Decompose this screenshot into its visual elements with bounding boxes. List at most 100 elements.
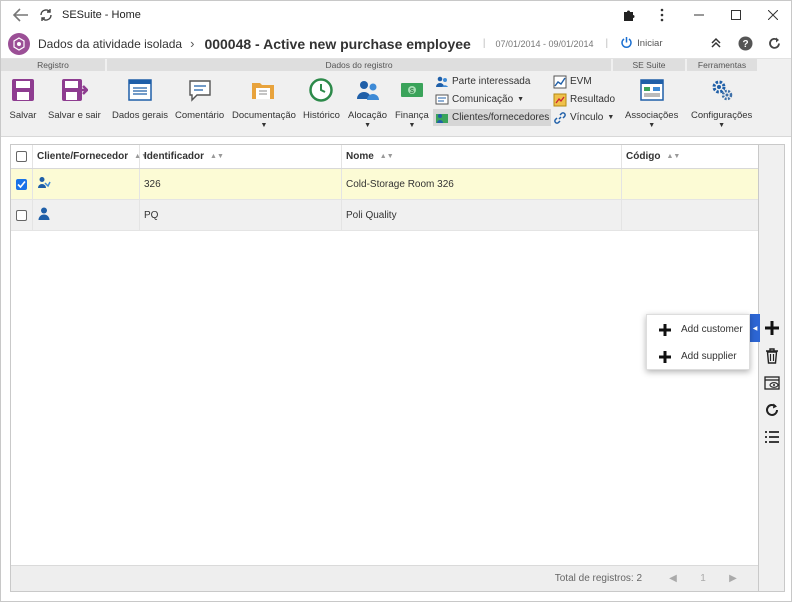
cell-code bbox=[622, 169, 758, 199]
history-button[interactable]: Histórico bbox=[303, 75, 340, 121]
caret-down-icon: ▼ bbox=[607, 114, 615, 121]
row-checkbox[interactable] bbox=[16, 178, 27, 190]
cell-name: Poli Quality bbox=[342, 200, 622, 230]
cell-code bbox=[622, 200, 758, 230]
caret-down-icon: ▼ bbox=[718, 122, 726, 129]
cell-name: Cold-Storage Room 326 bbox=[342, 169, 622, 199]
select-all-checkbox[interactable] bbox=[11, 145, 33, 168]
add-button[interactable] bbox=[762, 318, 782, 338]
refresh-icon[interactable] bbox=[37, 6, 55, 24]
communication-dropdown[interactable]: Comunicação ▼ bbox=[433, 91, 526, 108]
column-header-name[interactable]: Nome ▲▼ bbox=[342, 145, 622, 168]
documentation-dropdown[interactable]: Documentação ▼ bbox=[232, 75, 296, 129]
reload-icon[interactable] bbox=[765, 34, 783, 52]
money-icon: $ bbox=[397, 75, 427, 105]
window-titlebar: SESuite - Home bbox=[1, 1, 791, 29]
customers-suppliers-button[interactable]: Clientes/fornecedores bbox=[433, 109, 552, 126]
save-icon bbox=[8, 75, 38, 105]
gears-icon bbox=[707, 75, 737, 105]
checkbox[interactable] bbox=[16, 151, 27, 162]
group-se-suite: SE Suite bbox=[613, 59, 685, 71]
sort-icon[interactable]: ▲▼ bbox=[666, 153, 680, 160]
app-logo bbox=[8, 32, 30, 55]
list-icon[interactable] bbox=[762, 427, 782, 447]
chevron-right-icon: › bbox=[190, 36, 195, 51]
users-icon bbox=[353, 75, 383, 105]
associations-icon bbox=[637, 75, 667, 105]
customers-suppliers-icon bbox=[435, 111, 449, 125]
grid-side-toolbar bbox=[759, 144, 785, 592]
result-button[interactable]: Resultado bbox=[551, 91, 617, 108]
record-header: Dados da atividade isolada › 000048 - Ac… bbox=[1, 29, 791, 59]
general-data-button[interactable]: Dados gerais bbox=[112, 75, 168, 121]
minimize-button[interactable] bbox=[680, 1, 717, 29]
pager: ◀ 1 ▶ bbox=[658, 570, 748, 588]
grid-header: Cliente/Fornecedor ▲▼ Identificador ▲▼ N… bbox=[11, 145, 758, 169]
evm-button[interactable]: EVM bbox=[551, 73, 594, 90]
caret-down-icon: ▼ bbox=[408, 122, 416, 129]
svg-text:?: ? bbox=[742, 39, 748, 50]
column-header-code[interactable]: Código ▲▼ bbox=[622, 145, 758, 168]
save-exit-icon bbox=[59, 75, 89, 105]
group-dados-registro: Dados do registro bbox=[107, 59, 611, 71]
power-icon bbox=[620, 36, 633, 52]
save-button[interactable]: Salvar bbox=[8, 75, 38, 121]
help-icon[interactable]: ? bbox=[736, 34, 754, 52]
link-dropdown[interactable]: Vínculo ▼ bbox=[551, 109, 616, 126]
page-number[interactable]: 1 bbox=[688, 570, 718, 588]
group-ferramentas: Ferramentas bbox=[687, 59, 757, 71]
collapse-up-icon[interactable] bbox=[707, 34, 725, 52]
plus-icon bbox=[657, 349, 673, 365]
save-and-exit-button[interactable]: Salvar e sair bbox=[48, 75, 101, 121]
supplier-icon bbox=[37, 207, 51, 224]
refresh-grid-icon[interactable] bbox=[762, 400, 782, 420]
breadcrumb[interactable]: Dados da atividade isolada bbox=[38, 37, 182, 51]
column-header-identifier[interactable]: Identificador ▲▼ bbox=[140, 145, 342, 168]
finance-dropdown[interactable]: $ Finança ▼ bbox=[395, 75, 429, 129]
back-arrow-icon[interactable] bbox=[11, 5, 31, 25]
stakeholder-button[interactable]: Parte interessada bbox=[433, 73, 532, 90]
view-record-icon[interactable] bbox=[762, 373, 782, 393]
customer-icon bbox=[37, 176, 51, 193]
comment-button[interactable]: Comentário bbox=[175, 75, 224, 121]
maximize-button[interactable] bbox=[717, 1, 754, 29]
sort-icon[interactable]: ▲▼ bbox=[210, 153, 224, 160]
prev-page-icon[interactable]: ◀ bbox=[658, 570, 688, 588]
caret-down-icon: ▼ bbox=[260, 122, 268, 129]
table-row[interactable]: 326 Cold-Storage Room 326 bbox=[11, 169, 758, 200]
table-row[interactable]: PQ Poli Quality bbox=[11, 200, 758, 231]
ribbon-toolbar: Registro Dados do registro SE Suite Ferr… bbox=[1, 59, 791, 137]
window-title: SESuite - Home bbox=[62, 9, 141, 21]
row-checkbox[interactable] bbox=[16, 209, 27, 221]
extensions-icon[interactable] bbox=[615, 1, 643, 29]
comment-icon bbox=[185, 75, 215, 105]
add-supplier-menu-item[interactable]: Add supplier bbox=[647, 343, 751, 370]
column-header-type[interactable]: Cliente/Fornecedor ▲▼ bbox=[33, 145, 148, 168]
sort-icon[interactable]: ▲▼ bbox=[380, 153, 394, 160]
close-window-button[interactable] bbox=[754, 1, 791, 29]
add-customer-menu-item[interactable]: Add customer bbox=[647, 316, 751, 343]
clock-icon bbox=[306, 75, 336, 105]
trash-icon[interactable] bbox=[762, 346, 782, 366]
svg-text:$: $ bbox=[410, 88, 414, 95]
allocation-dropdown[interactable]: Alocação ▼ bbox=[348, 75, 387, 129]
divider: | bbox=[605, 38, 609, 49]
people-icon bbox=[435, 75, 449, 89]
chevron-left-icon[interactable]: ◀ bbox=[750, 314, 760, 342]
grid-footer: Total de registros: 2 ◀ 1 ▶ bbox=[11, 565, 758, 591]
caret-down-icon: ▼ bbox=[364, 122, 372, 129]
settings-dropdown[interactable]: Configurações ▼ bbox=[691, 75, 752, 129]
caret-down-icon: ▼ bbox=[517, 96, 525, 103]
start-button[interactable]: Iniciar bbox=[620, 36, 663, 52]
cell-identifier: 326 bbox=[140, 169, 342, 199]
associations-dropdown[interactable]: Associações ▼ bbox=[625, 75, 678, 129]
message-icon bbox=[435, 93, 449, 107]
record-dates: 07/01/2014 - 09/01/2014 bbox=[495, 38, 594, 49]
divider: | bbox=[482, 38, 486, 49]
group-registro: Registro bbox=[1, 59, 105, 71]
next-page-icon[interactable]: ▶ bbox=[718, 570, 748, 588]
more-options-icon[interactable] bbox=[643, 1, 680, 29]
link-icon bbox=[553, 111, 567, 125]
folder-icon bbox=[249, 75, 279, 105]
add-menu-popup: Add customer Add supplier bbox=[646, 314, 750, 370]
